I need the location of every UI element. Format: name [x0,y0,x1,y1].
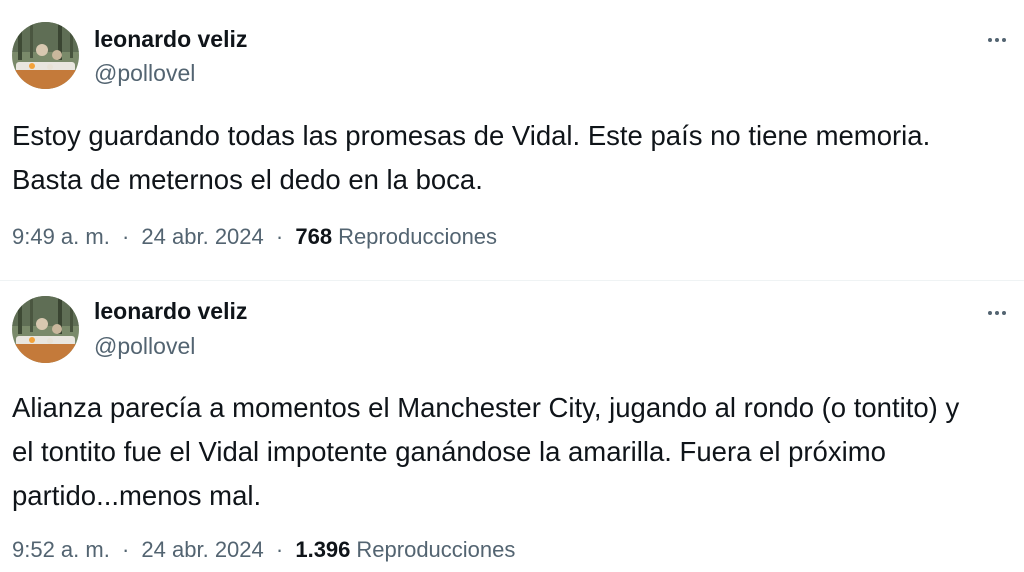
tweet-meta: 9:49 a. m. · 24 abr. 2024 · 768 Reproducc… [12,224,497,250]
meta-separator: · [275,224,284,249]
more-dot [1002,311,1006,315]
meta-separator: · [121,537,130,562]
views-label[interactable]: Reproducciones [338,224,497,249]
more-horizontal-icon [988,311,992,315]
avatar-photo [12,296,79,363]
tweet-date[interactable]: 24 abr. 2024 [141,224,263,249]
more-options-button[interactable] [980,30,1014,50]
meta-separator: · [275,537,284,562]
author-handle[interactable]: @pollovel [94,333,195,360]
tweet-divider [0,280,1024,281]
more-dot [995,38,999,42]
tweet-card[interactable]: leonardo veliz @pollovel Estoy guardando… [0,0,1024,280]
author-display-name[interactable]: leonardo veliz [94,298,247,325]
tweet-date[interactable]: 24 abr. 2024 [141,537,263,562]
tweet-card[interactable]: leonardo veliz @pollovel Alianza parecía… [0,282,1024,572]
views-label[interactable]: Reproducciones [356,537,515,562]
tweet-time[interactable]: 9:52 a. m. [12,537,110,562]
tweet-time[interactable]: 9:49 a. m. [12,224,110,249]
views-count[interactable]: 768 [295,224,332,249]
meta-separator: · [121,224,130,249]
author-handle[interactable]: @pollovel [94,60,195,87]
author-display-name[interactable]: leonardo veliz [94,26,247,53]
more-dot [995,311,999,315]
tweet-text: Estoy guardando todas las promesas de Vi… [12,114,1002,202]
views-count[interactable]: 1.396 [295,537,350,562]
tweet-text-line: partido...menos mal. [12,480,262,511]
avatar[interactable] [12,296,79,363]
tweet-text: Alianza parecía a momentos el Manchester… [12,386,1002,518]
tweet-text-line: Basta de meternos el dedo en la boca. [12,164,483,195]
avatar[interactable] [12,22,79,89]
more-options-button[interactable] [980,303,1014,323]
tweet-text-line: Estoy guardando todas las promesas de Vi… [12,120,931,151]
tweet-meta: 9:52 a. m. · 24 abr. 2024 · 1.396 Reprodu… [12,537,515,563]
more-horizontal-icon [988,38,992,42]
tweet-text-line: el tontito fue el Vidal impotente ganánd… [12,436,886,467]
tweet-text-line: Alianza parecía a momentos el Manchester… [12,392,960,423]
avatar-photo [12,22,79,89]
more-dot [1002,38,1006,42]
